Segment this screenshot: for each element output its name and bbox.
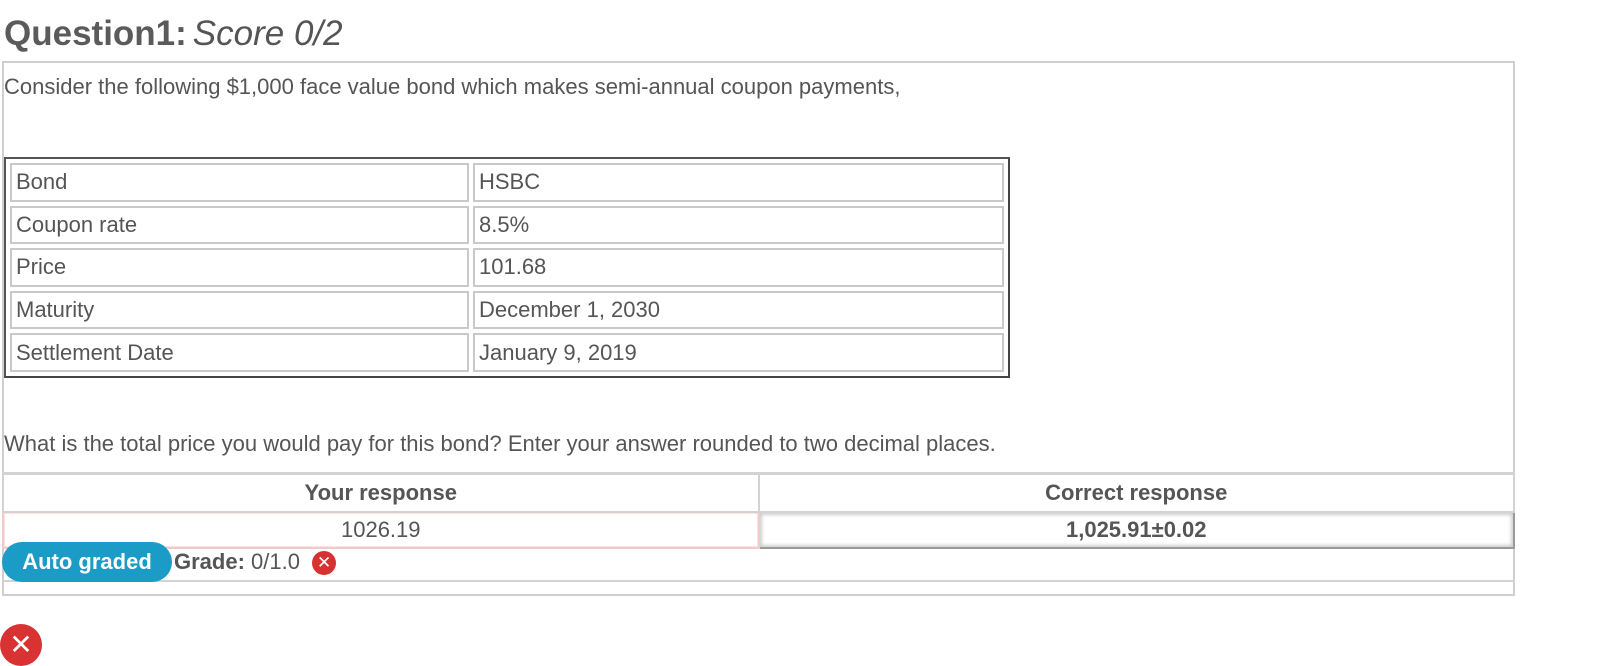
table-row: Settlement Date January 9, 2019: [10, 333, 1004, 372]
auto-graded-badge: Auto graded: [2, 542, 172, 582]
correct-response-header: Correct response: [757, 472, 1515, 513]
incorrect-x-icon: ✕: [312, 551, 337, 576]
maturity-value-cell: December 1, 2030: [473, 290, 1004, 330]
grade-row: Auto graded Grade: 0/1.0 ✕: [2, 542, 1515, 582]
table-row: Price 101.68: [10, 248, 1004, 287]
incorrect-status-x-icon: ✕: [0, 624, 42, 666]
grade-value: 0/1.0: [251, 549, 300, 574]
price-label-cell: Price: [10, 248, 469, 287]
question-intro: Consider the following $1,000 face value…: [4, 74, 901, 99]
settlement-date-value-cell: January 9, 2019: [473, 333, 1004, 372]
your-response-header: Your response: [2, 472, 760, 513]
settlement-date-label-cell: Settlement Date: [10, 333, 469, 372]
response-header-row: Your response Correct response: [2, 472, 1515, 513]
question-number: Question1:: [4, 14, 187, 53]
table-row: Coupon rate 8.5%: [10, 205, 1004, 245]
bond-value-cell: HSBC: [473, 163, 1004, 202]
bond-details-table: Bond HSBC Coupon rate 8.5% Price 101.68 …: [4, 157, 1010, 378]
grade-label: Grade:: [174, 549, 245, 574]
coupon-rate-label-cell: Coupon rate: [10, 205, 469, 245]
price-value-cell: 101.68: [473, 248, 1004, 287]
question-prompt: What is the total price you would pay fo…: [4, 431, 996, 456]
question-score: Score 0/2: [192, 14, 343, 53]
response-table: Your response Correct response 1026.19 1…: [2, 472, 1515, 549]
coupon-rate-value-cell: 8.5%: [473, 205, 1004, 245]
bond-label-cell: Bond: [10, 163, 469, 202]
grade-text: Grade: 0/1.0 ✕: [174, 549, 337, 576]
question-title: Question1: Score 0/2: [4, 14, 343, 54]
maturity-label-cell: Maturity: [10, 290, 469, 330]
table-row: Maturity December 1, 2030: [10, 290, 1004, 330]
table-row: Bond HSBC: [10, 163, 1004, 202]
